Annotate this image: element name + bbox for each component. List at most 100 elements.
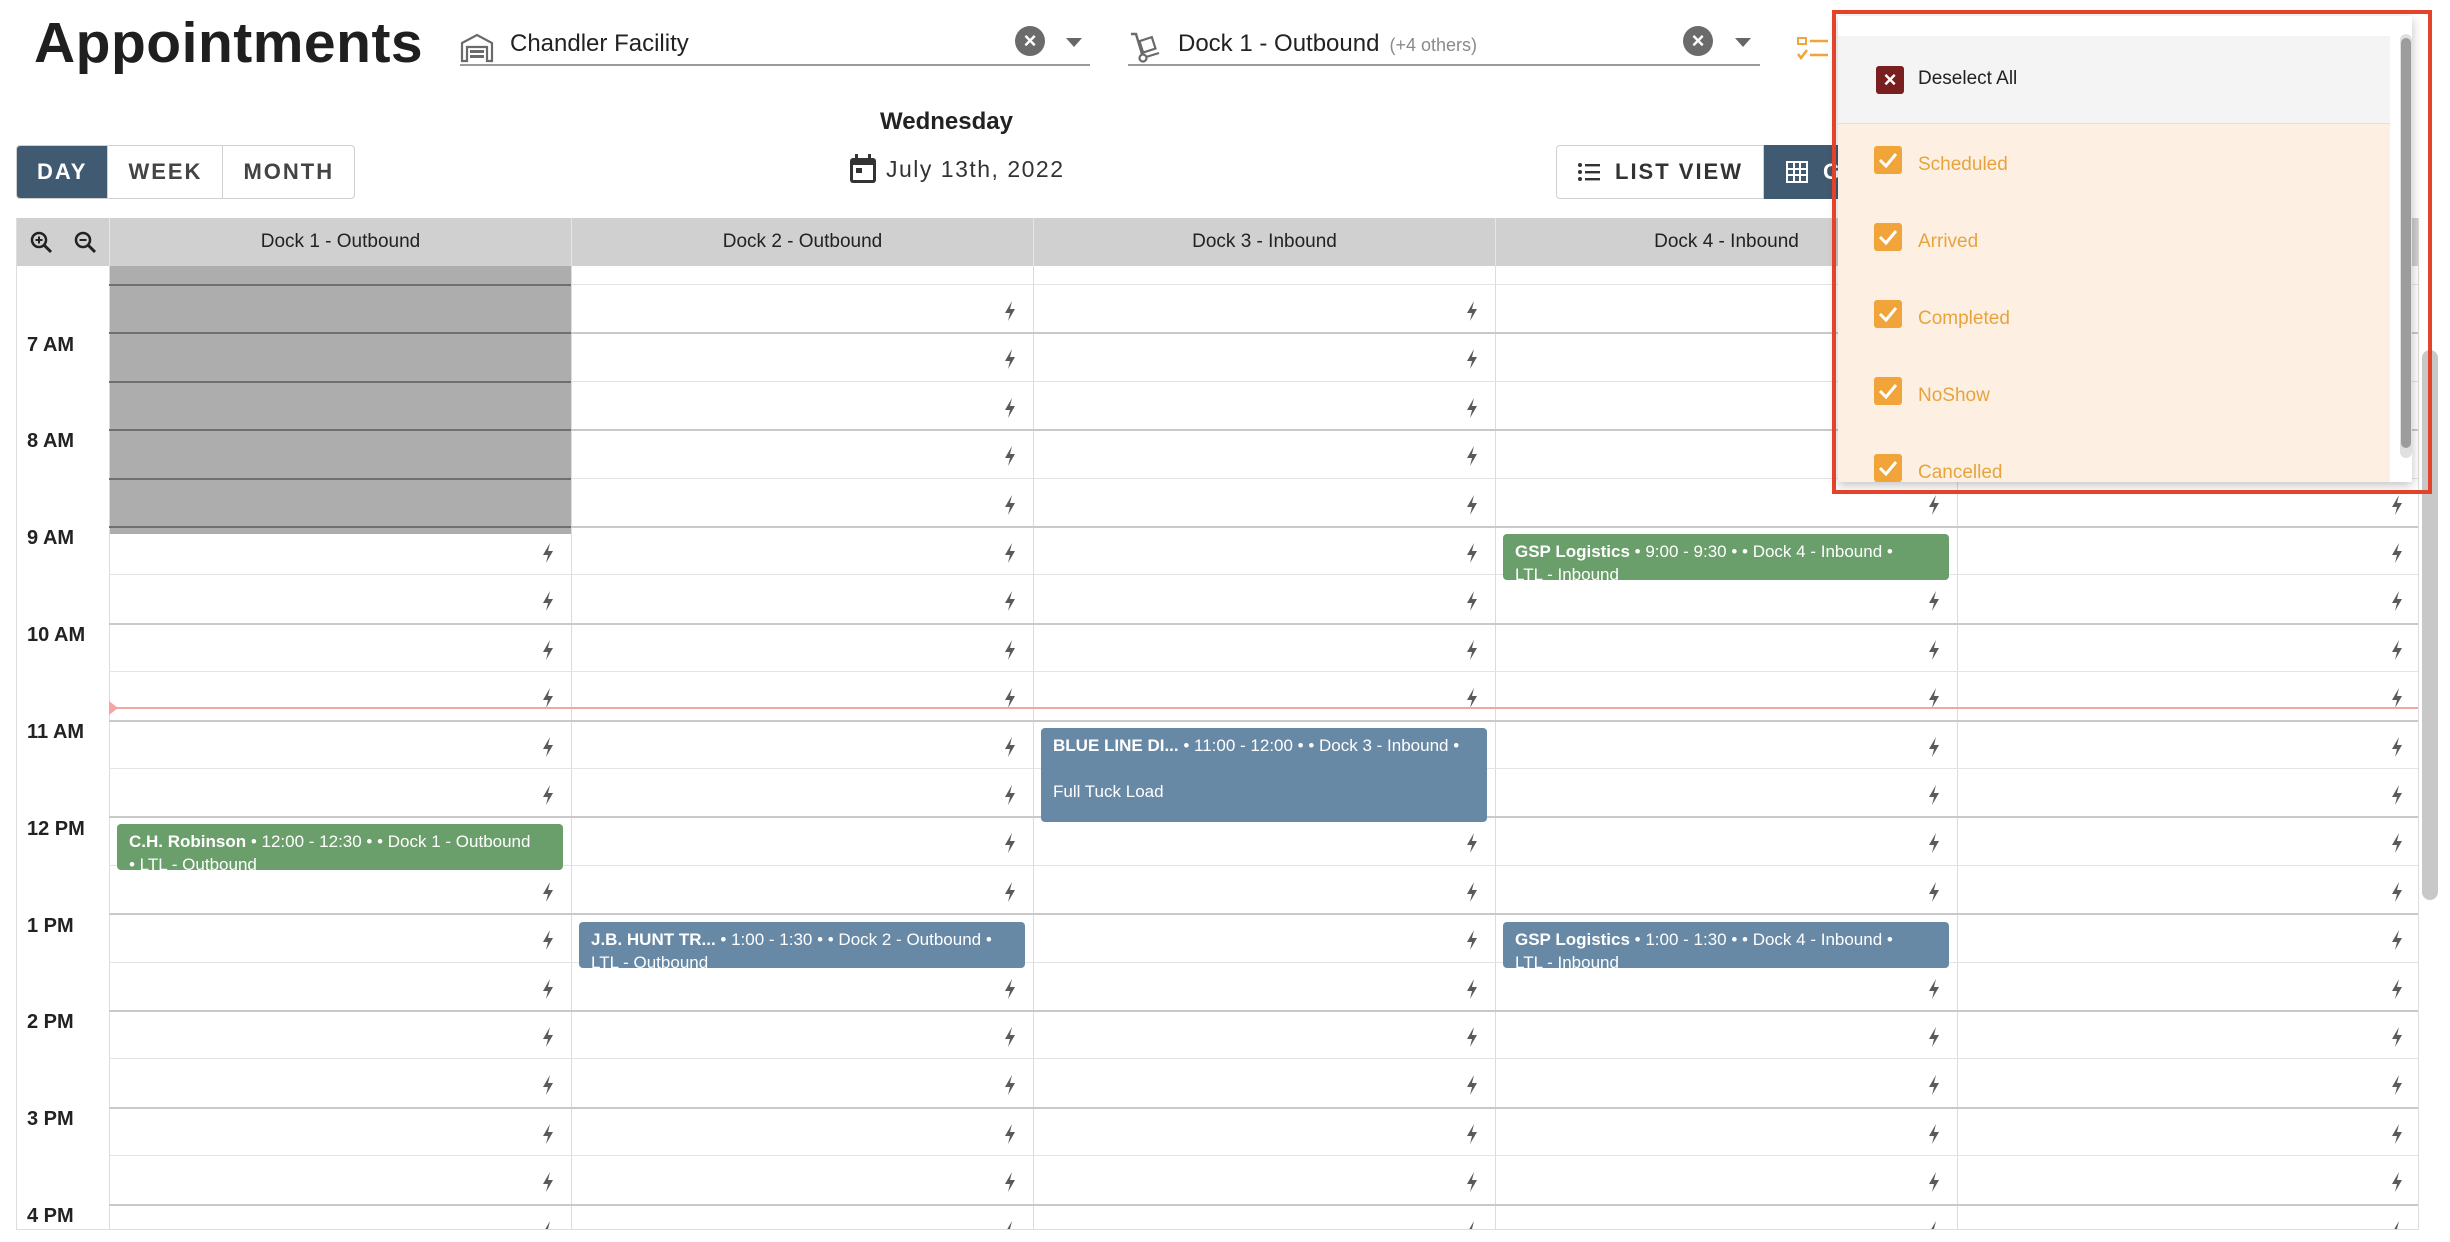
quick-book-bolt-icon[interactable] bbox=[541, 687, 555, 709]
quick-book-bolt-icon[interactable] bbox=[1927, 978, 1941, 1000]
quick-book-bolt-icon[interactable] bbox=[1465, 687, 1479, 709]
quick-book-bolt-icon[interactable] bbox=[1927, 687, 1941, 709]
facility-select[interactable]: Chandler Facility × bbox=[460, 20, 1090, 66]
quick-book-bolt-icon[interactable] bbox=[541, 978, 555, 1000]
facility-dropdown-arrow-icon[interactable] bbox=[1066, 38, 1082, 47]
quick-book-bolt-icon[interactable] bbox=[1927, 1026, 1941, 1048]
quick-book-bolt-icon[interactable] bbox=[1465, 639, 1479, 661]
quick-book-bolt-icon[interactable] bbox=[1003, 978, 1017, 1000]
quick-book-bolt-icon[interactable] bbox=[1465, 1123, 1479, 1145]
quick-book-bolt-icon[interactable] bbox=[1465, 881, 1479, 903]
dropdown-scrollbar[interactable] bbox=[2400, 34, 2412, 458]
quick-book-bolt-icon[interactable] bbox=[2390, 687, 2404, 709]
appointment-card[interactable]: J.B. HUNT TR... • 1:00 - 1:30 • • Dock 2… bbox=[579, 922, 1025, 972]
quick-book-bolt-icon[interactable] bbox=[1003, 736, 1017, 758]
quick-book-bolt-icon[interactable] bbox=[1003, 445, 1017, 467]
quick-book-bolt-icon[interactable] bbox=[1465, 978, 1479, 1000]
appointment-card[interactable]: GSP Logistics • 9:00 - 9:30 • • Dock 4 -… bbox=[1503, 534, 1949, 584]
day-button[interactable]: DAY bbox=[17, 146, 109, 198]
quick-book-bolt-icon[interactable] bbox=[1927, 1220, 1941, 1230]
quick-book-bolt-icon[interactable] bbox=[541, 881, 555, 903]
quick-book-bolt-icon[interactable] bbox=[1003, 300, 1017, 322]
quick-book-bolt-icon[interactable] bbox=[1465, 590, 1479, 612]
quick-book-bolt-icon[interactable] bbox=[1927, 1123, 1941, 1145]
quick-book-bolt-icon[interactable] bbox=[541, 590, 555, 612]
facility-clear-icon[interactable]: × bbox=[1015, 26, 1045, 56]
quick-book-bolt-icon[interactable] bbox=[1465, 1074, 1479, 1096]
quick-book-bolt-icon[interactable] bbox=[1003, 1123, 1017, 1145]
quick-book-bolt-icon[interactable] bbox=[2390, 1220, 2404, 1230]
quick-book-bolt-icon[interactable] bbox=[2390, 1123, 2404, 1145]
status-option-completed[interactable]: Completed bbox=[1838, 278, 2390, 355]
quick-book-bolt-icon[interactable] bbox=[2390, 639, 2404, 661]
quick-book-bolt-icon[interactable] bbox=[1003, 1026, 1017, 1048]
status-option-arrived[interactable]: Arrived bbox=[1838, 201, 2390, 278]
quick-book-bolt-icon[interactable] bbox=[2390, 494, 2404, 516]
quick-book-bolt-icon[interactable] bbox=[1003, 494, 1017, 516]
quick-book-bolt-icon[interactable] bbox=[1003, 784, 1017, 806]
quick-book-bolt-icon[interactable] bbox=[541, 784, 555, 806]
quick-book-bolt-icon[interactable] bbox=[1927, 736, 1941, 758]
quick-book-bolt-icon[interactable] bbox=[1003, 348, 1017, 370]
quick-book-bolt-icon[interactable] bbox=[1003, 1220, 1017, 1230]
quick-book-bolt-icon[interactable] bbox=[1003, 1074, 1017, 1096]
status-option-noshow[interactable]: NoShow bbox=[1838, 355, 2390, 432]
quick-book-bolt-icon[interactable] bbox=[1003, 397, 1017, 419]
quick-book-bolt-icon[interactable] bbox=[1465, 929, 1479, 951]
list-view-button[interactable]: LIST VIEW bbox=[1556, 145, 1764, 199]
quick-book-bolt-icon[interactable] bbox=[2390, 1026, 2404, 1048]
status-option-scheduled[interactable]: Scheduled bbox=[1838, 124, 2390, 201]
quick-book-bolt-icon[interactable] bbox=[1465, 300, 1479, 322]
quick-book-bolt-icon[interactable] bbox=[2390, 736, 2404, 758]
week-button[interactable]: WEEK bbox=[108, 146, 224, 198]
status-option-cancelled[interactable]: Cancelled bbox=[1838, 432, 2390, 482]
quick-book-bolt-icon[interactable] bbox=[2390, 784, 2404, 806]
quick-book-bolt-icon[interactable] bbox=[1927, 590, 1941, 612]
quick-book-bolt-icon[interactable] bbox=[541, 1171, 555, 1193]
deselect-all-option[interactable]: × Deselect All bbox=[1838, 36, 2390, 124]
month-button[interactable]: MONTH bbox=[223, 146, 354, 198]
quick-book-bolt-icon[interactable] bbox=[1927, 832, 1941, 854]
appointment-card[interactable]: GSP Logistics • 1:00 - 1:30 • • Dock 4 -… bbox=[1503, 922, 1949, 972]
quick-book-bolt-icon[interactable] bbox=[2390, 929, 2404, 951]
quick-book-bolt-icon[interactable] bbox=[2390, 590, 2404, 612]
quick-book-bolt-icon[interactable] bbox=[2390, 881, 2404, 903]
quick-book-bolt-icon[interactable] bbox=[2390, 978, 2404, 1000]
quick-book-bolt-icon[interactable] bbox=[541, 542, 555, 564]
quick-book-bolt-icon[interactable] bbox=[1003, 881, 1017, 903]
quick-book-bolt-icon[interactable] bbox=[2390, 1074, 2404, 1096]
quick-book-bolt-icon[interactable] bbox=[1927, 1171, 1941, 1193]
quick-book-bolt-icon[interactable] bbox=[2390, 542, 2404, 564]
date-picker[interactable]: July 13th, 2022 bbox=[848, 153, 1065, 185]
quick-book-bolt-icon[interactable] bbox=[541, 929, 555, 951]
quick-book-bolt-icon[interactable] bbox=[541, 1074, 555, 1096]
quick-book-bolt-icon[interactable] bbox=[1465, 494, 1479, 516]
quick-book-bolt-icon[interactable] bbox=[1465, 832, 1479, 854]
quick-book-bolt-icon[interactable] bbox=[1465, 1026, 1479, 1048]
quick-book-bolt-icon[interactable] bbox=[2390, 1171, 2404, 1193]
zoom-in-icon[interactable] bbox=[29, 230, 53, 254]
dropdown-scrollbar-thumb[interactable] bbox=[2401, 38, 2411, 448]
dock-dropdown-arrow-icon[interactable] bbox=[1735, 38, 1751, 47]
quick-book-bolt-icon[interactable] bbox=[1465, 1220, 1479, 1230]
quick-book-bolt-icon[interactable] bbox=[1003, 590, 1017, 612]
appointment-card[interactable]: C.H. Robinson • 12:00 - 12:30 • • Dock 1… bbox=[117, 824, 563, 874]
quick-book-bolt-icon[interactable] bbox=[1003, 639, 1017, 661]
status-filter-icon[interactable] bbox=[1796, 34, 1830, 64]
quick-book-bolt-icon[interactable] bbox=[1465, 397, 1479, 419]
zoom-out-icon[interactable] bbox=[73, 230, 97, 254]
appointment-card[interactable]: BLUE LINE DI... • 11:00 - 12:00 • • Dock… bbox=[1041, 728, 1487, 822]
quick-book-bolt-icon[interactable] bbox=[1927, 639, 1941, 661]
quick-book-bolt-icon[interactable] bbox=[541, 1026, 555, 1048]
quick-book-bolt-icon[interactable] bbox=[1465, 542, 1479, 564]
quick-book-bolt-icon[interactable] bbox=[1003, 1171, 1017, 1193]
dock-select[interactable]: Dock 1 - Outbound (+4 others) × bbox=[1128, 20, 1760, 66]
quick-book-bolt-icon[interactable] bbox=[541, 1220, 555, 1230]
quick-book-bolt-icon[interactable] bbox=[1927, 881, 1941, 903]
quick-book-bolt-icon[interactable] bbox=[1003, 542, 1017, 564]
quick-book-bolt-icon[interactable] bbox=[1927, 784, 1941, 806]
quick-book-bolt-icon[interactable] bbox=[1003, 687, 1017, 709]
quick-book-bolt-icon[interactable] bbox=[1465, 1171, 1479, 1193]
dock-clear-icon[interactable]: × bbox=[1683, 26, 1713, 56]
quick-book-bolt-icon[interactable] bbox=[541, 639, 555, 661]
